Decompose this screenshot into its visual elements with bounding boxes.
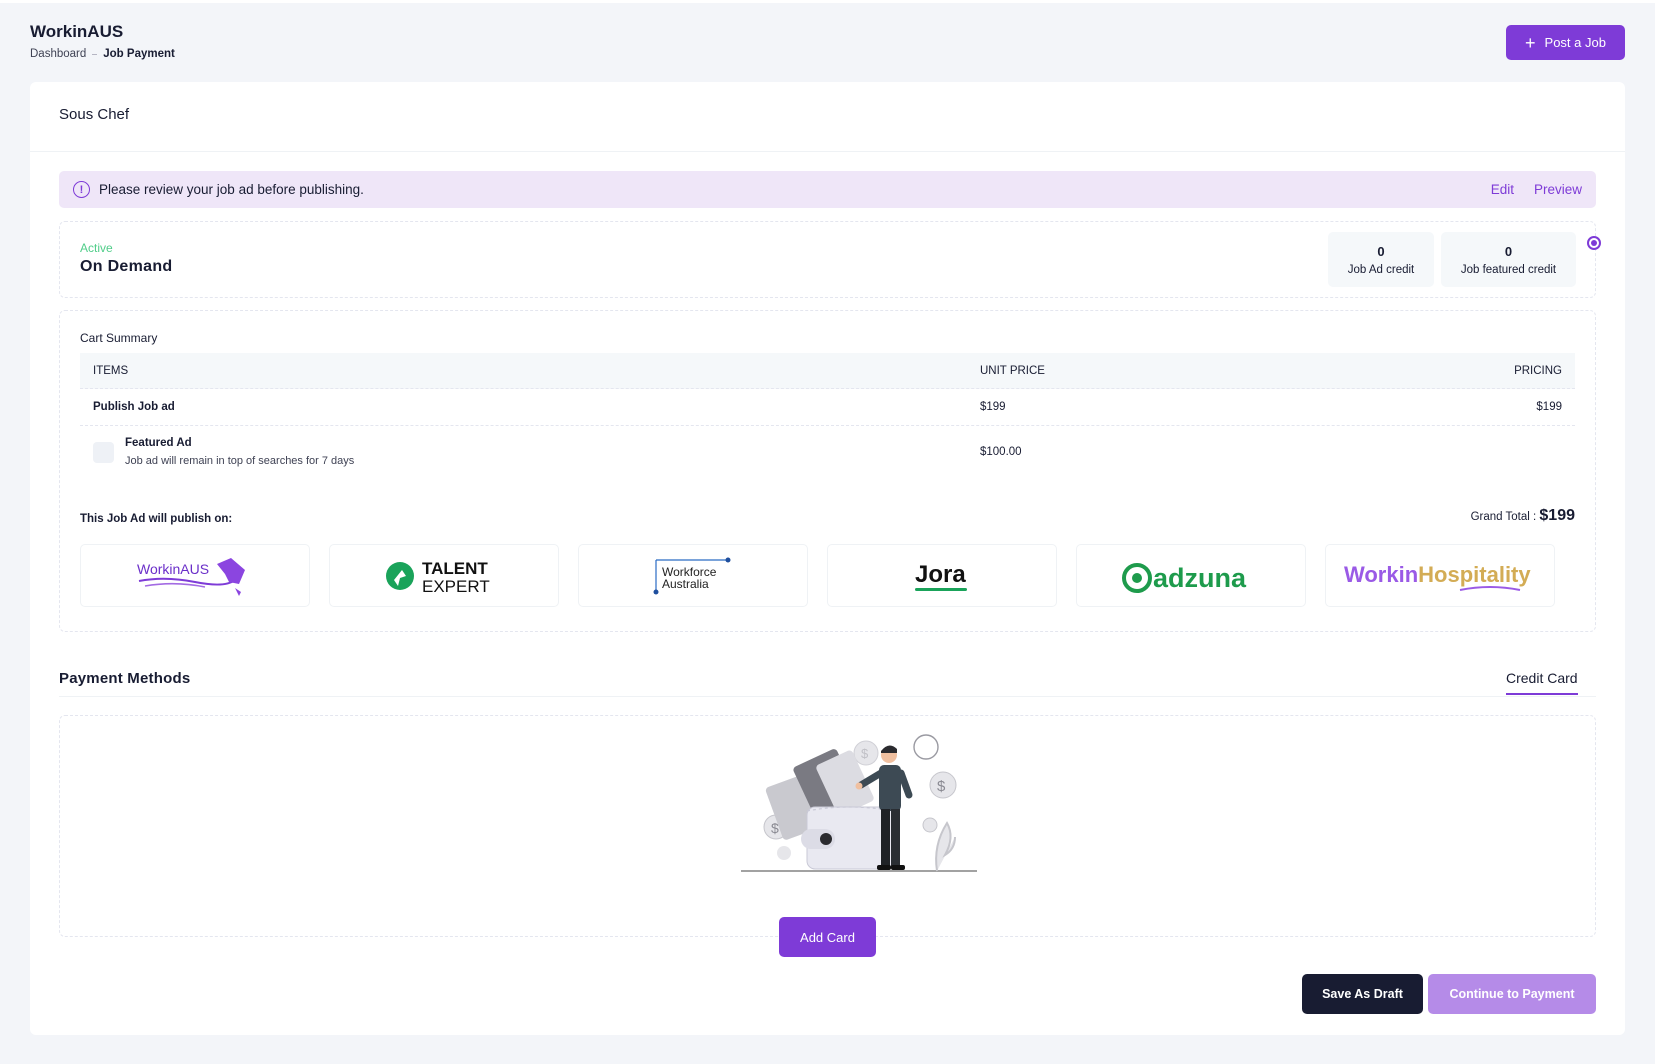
wallet-illustration: $ $ $ xyxy=(741,734,977,872)
payment-methods-title: Payment Methods xyxy=(59,670,191,687)
breadcrumb-dashboard[interactable]: Dashboard xyxy=(30,48,86,60)
featured-title: Featured Ad xyxy=(125,437,192,449)
preview-link[interactable]: Preview xyxy=(1534,182,1582,197)
workinaus-logo-text: WorkinAUS xyxy=(137,561,209,577)
adzuna-text: adzuna xyxy=(1153,563,1247,593)
payment-tabs-divider xyxy=(59,696,1596,697)
tab-credit-card[interactable]: Credit Card xyxy=(1506,670,1578,695)
jora-text: Jora xyxy=(915,561,966,588)
plan-radio-icon[interactable] xyxy=(1587,236,1601,250)
breadcrumb-current: Job Payment xyxy=(103,48,175,60)
plan-box[interactable]: Active On Demand 0 Job Ad credit 0 Job f… xyxy=(59,221,1601,298)
breadcrumb: Dashboard Job Payment xyxy=(30,48,175,60)
featured-description: Job ad will remain in top of searches fo… xyxy=(125,455,355,467)
job-featured-credit-value: 0 xyxy=(1504,244,1513,259)
row-item: Publish Job ad xyxy=(93,401,175,413)
featured-ad-checkbox[interactable] xyxy=(93,441,114,463)
expert-text: EXPERT xyxy=(422,577,490,596)
publish-on-label: This Job Ad will publish on: xyxy=(80,513,233,525)
featured-row: Featured Ad Job ad will remain in top of… xyxy=(80,426,1575,478)
header-pricing: PRICING xyxy=(1514,364,1562,377)
row-pricing: $199 xyxy=(1536,401,1562,413)
table-header: ITEMS UNIT PRICE PRICING xyxy=(80,353,1575,389)
workforce-australia-logo: Workforce Australia xyxy=(578,544,808,607)
talent-expert-logo: TALENT EXPERT xyxy=(329,544,559,607)
svg-text:$: $ xyxy=(861,746,869,761)
featured-item: Featured Ad Job ad will remain in top of… xyxy=(80,437,980,467)
post-job-button[interactable]: + Post a Job xyxy=(1506,25,1625,60)
notice-text: Please review your job ad before publish… xyxy=(99,182,364,197)
job-payment-card: Sous Chef ! Please review your job ad be… xyxy=(30,82,1625,1035)
cart-summary: Cart Summary ITEMS UNIT PRICE PRICING Pu… xyxy=(59,310,1596,632)
hospitality-part: Hospitality xyxy=(1418,562,1531,587)
top-strip xyxy=(0,0,1655,3)
payment-box: $ $ $ xyxy=(59,715,1596,937)
table-row: Publish Job ad $199 $199 xyxy=(80,389,1575,426)
workinaus-logo: WorkinAUS xyxy=(80,544,310,607)
header-items: ITEMS xyxy=(93,364,129,377)
job-ad-credit: 0 Job Ad credit xyxy=(1328,232,1434,287)
featured-unit-price: $100.00 xyxy=(980,446,1022,458)
breadcrumb-separator xyxy=(92,53,98,55)
grand-total-label: Grand Total : xyxy=(1470,511,1537,523)
grand-total: Grand Total : $199 xyxy=(1471,507,1575,525)
info-icon: ! xyxy=(73,181,90,198)
page-title: WorkinAUS xyxy=(30,22,124,41)
job-featured-credit-label: Job featured credit xyxy=(1460,264,1557,276)
job-title: Sous Chef xyxy=(30,82,1625,152)
plan-status: Active xyxy=(80,241,113,255)
cart-title: Cart Summary xyxy=(80,331,158,345)
row-unit-price: $199 xyxy=(980,401,1006,413)
featured-text: Featured Ad Job ad will remain in top of… xyxy=(125,437,354,467)
plan-name: On Demand xyxy=(80,258,173,275)
grand-total-value: $199 xyxy=(1539,507,1575,524)
workinhospitality-logo: WorkinHospitality xyxy=(1325,544,1555,607)
cart-table: ITEMS UNIT PRICE PRICING Publish Job ad … xyxy=(80,353,1575,478)
talent-text: TALENT xyxy=(422,559,488,578)
jora-logo: Jora xyxy=(827,544,1057,607)
adzuna-logo: adzuna xyxy=(1076,544,1306,607)
workin-part: Workin xyxy=(1344,562,1418,587)
page-header: WorkinAUS Dashboard Job Payment xyxy=(30,22,175,60)
review-notice: ! Please review your job ad before publi… xyxy=(59,171,1596,208)
notice-links: Edit Preview xyxy=(1491,182,1582,197)
job-ad-credit-label: Job Ad credit xyxy=(1347,264,1415,276)
edit-link[interactable]: Edit xyxy=(1491,182,1514,197)
australia-text: Australia xyxy=(662,577,709,591)
plus-icon: + xyxy=(1525,32,1536,53)
svg-text:$: $ xyxy=(937,778,946,795)
save-draft-button[interactable]: Save As Draft xyxy=(1302,974,1423,1014)
post-job-label: Post a Job xyxy=(1544,35,1606,50)
add-card-button[interactable]: Add Card xyxy=(779,917,876,957)
job-ad-credit-value: 0 xyxy=(1377,244,1385,259)
publisher-logos: WorkinAUS TALENT EXPERT Workforce Austra… xyxy=(80,544,1555,607)
workinhospitality-text: WorkinHospitality xyxy=(1344,562,1531,587)
continue-to-payment-button[interactable]: Continue to Payment xyxy=(1428,974,1596,1014)
job-featured-credit: 0 Job featured credit xyxy=(1441,232,1576,287)
header-unit-price: UNIT PRICE xyxy=(980,364,1045,377)
